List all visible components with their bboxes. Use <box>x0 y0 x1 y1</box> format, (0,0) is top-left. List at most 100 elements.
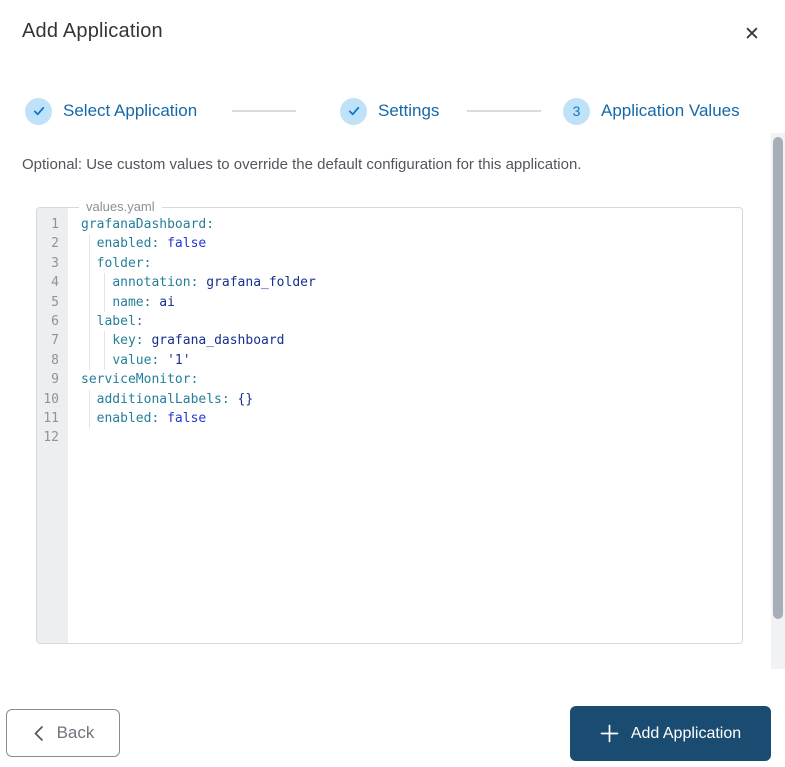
code-token: grafanaDashboard: <box>81 217 215 232</box>
code-line: 1 grafanaDashboard: <box>37 215 740 234</box>
wizard-step[interactable]: Select Application <box>25 97 197 125</box>
code-line: 9 serviceMonitor: <box>37 370 740 389</box>
line-number: 3 <box>51 255 59 271</box>
step-number: 3 <box>572 103 581 119</box>
code-text: serviceMonitor: <box>68 370 740 389</box>
add-application-dialog: Add Application ✕ Select Application Set… <box>0 0 785 767</box>
line-number: 12 <box>43 430 59 446</box>
filename-label: values.yaml <box>79 199 162 214</box>
line-number: 7 <box>51 333 59 349</box>
step-circle <box>25 97 52 125</box>
indent-guide <box>104 273 106 293</box>
line-number: 9 <box>51 372 59 388</box>
close-button[interactable]: ✕ <box>735 18 769 50</box>
line-number: 10 <box>43 391 59 407</box>
indent-guide <box>88 408 90 429</box>
indent-guide <box>88 234 90 254</box>
code-token: annotation: <box>112 275 199 291</box>
indent-guide <box>88 292 90 312</box>
code-token: key: <box>112 333 144 349</box>
code-token: name: <box>112 294 152 310</box>
wizard-step[interactable]: 3 Application Values <box>563 97 740 125</box>
code-token: enabled: <box>96 236 160 252</box>
indent-guide <box>88 273 90 293</box>
indent-guide <box>88 389 90 409</box>
code-text: enabled: false <box>68 408 740 429</box>
code-token: label: <box>96 313 144 329</box>
add-application-button-label: Add Application <box>630 724 742 742</box>
line-number: 11 <box>43 410 59 426</box>
add-application-button[interactable]: Add Application <box>570 706 771 761</box>
code-line: 3 folder: <box>37 253 740 274</box>
code-lines: 1 grafanaDashboard: 2 enabled: false 3 f… <box>37 215 740 448</box>
code-token: grafana_folder <box>206 275 316 291</box>
step-label: Settings <box>378 101 440 120</box>
optional-values-description: Optional: Use custom values to override … <box>22 156 582 173</box>
code-token: enabled: <box>96 410 160 426</box>
code-text: grafanaDashboard: <box>68 215 740 234</box>
code-token: false <box>167 410 207 426</box>
code-token: '1' <box>167 352 191 368</box>
code-line: 10 additionalLabels: {} <box>37 389 740 409</box>
code-text: enabled: false <box>68 234 740 254</box>
code-text: folder: <box>68 253 740 274</box>
code-line: 7 key: grafana_dashboard <box>37 331 740 351</box>
code-text: label: <box>68 311 740 332</box>
indent-guide <box>88 253 90 274</box>
step-label: Select Application <box>63 101 198 120</box>
indent-guide <box>88 350 90 371</box>
step-circle: 3 <box>563 97 590 125</box>
plus-icon <box>600 724 619 743</box>
code-text: key: grafana_dashboard <box>68 331 740 351</box>
page-title: Add Application <box>22 20 163 42</box>
code-token: additionalLabels: <box>96 391 230 407</box>
step-circle <box>340 97 367 125</box>
wizard-step[interactable]: Settings <box>340 97 439 125</box>
line-number: 5 <box>51 294 59 310</box>
code-token: value: <box>112 352 160 368</box>
back-button[interactable]: Back <box>6 709 120 757</box>
code-text: additionalLabels: {} <box>68 389 740 409</box>
line-number: 8 <box>51 352 59 368</box>
line-number: 1 <box>51 217 59 232</box>
code-line: 8 value: '1' <box>37 350 740 371</box>
code-token: folder: <box>96 255 152 271</box>
indent-guide <box>104 331 106 351</box>
code-line: 2 enabled: false <box>37 234 740 254</box>
step-label: Application Values <box>601 101 740 120</box>
wizard-stepper: Select Application Settings 3 Applicatio… <box>0 97 785 125</box>
line-number: 6 <box>51 313 59 329</box>
code-token: ai <box>159 294 175 310</box>
values-yaml-editor[interactable]: values.yaml 1 grafanaDashboard: 2 enable… <box>36 199 743 644</box>
code-text: annotation: grafana_folder <box>68 273 740 293</box>
code-token: {} <box>237 391 254 407</box>
code-token: grafana_dashboard <box>151 333 285 349</box>
back-button-label: Back <box>56 723 95 742</box>
indent-guide <box>88 311 90 332</box>
code-token: false <box>167 236 207 252</box>
chevron-left-icon <box>34 725 43 741</box>
scrollbar-thumb[interactable] <box>773 137 783 619</box>
indent-guide <box>104 292 106 312</box>
line-number: 4 <box>51 275 59 291</box>
indent-guide <box>104 350 106 371</box>
code-line: 4 annotation: grafana_folder <box>37 273 740 293</box>
code-token: serviceMonitor: <box>81 372 199 388</box>
indent-guide <box>88 331 90 351</box>
check-icon <box>348 106 359 116</box>
check-icon <box>33 106 44 116</box>
code-text: name: ai <box>68 292 740 312</box>
line-number: 2 <box>51 236 59 252</box>
code-line: 5 name: ai <box>37 292 740 312</box>
code-line: 11 enabled: false <box>37 408 740 429</box>
step-connector <box>232 110 296 112</box>
